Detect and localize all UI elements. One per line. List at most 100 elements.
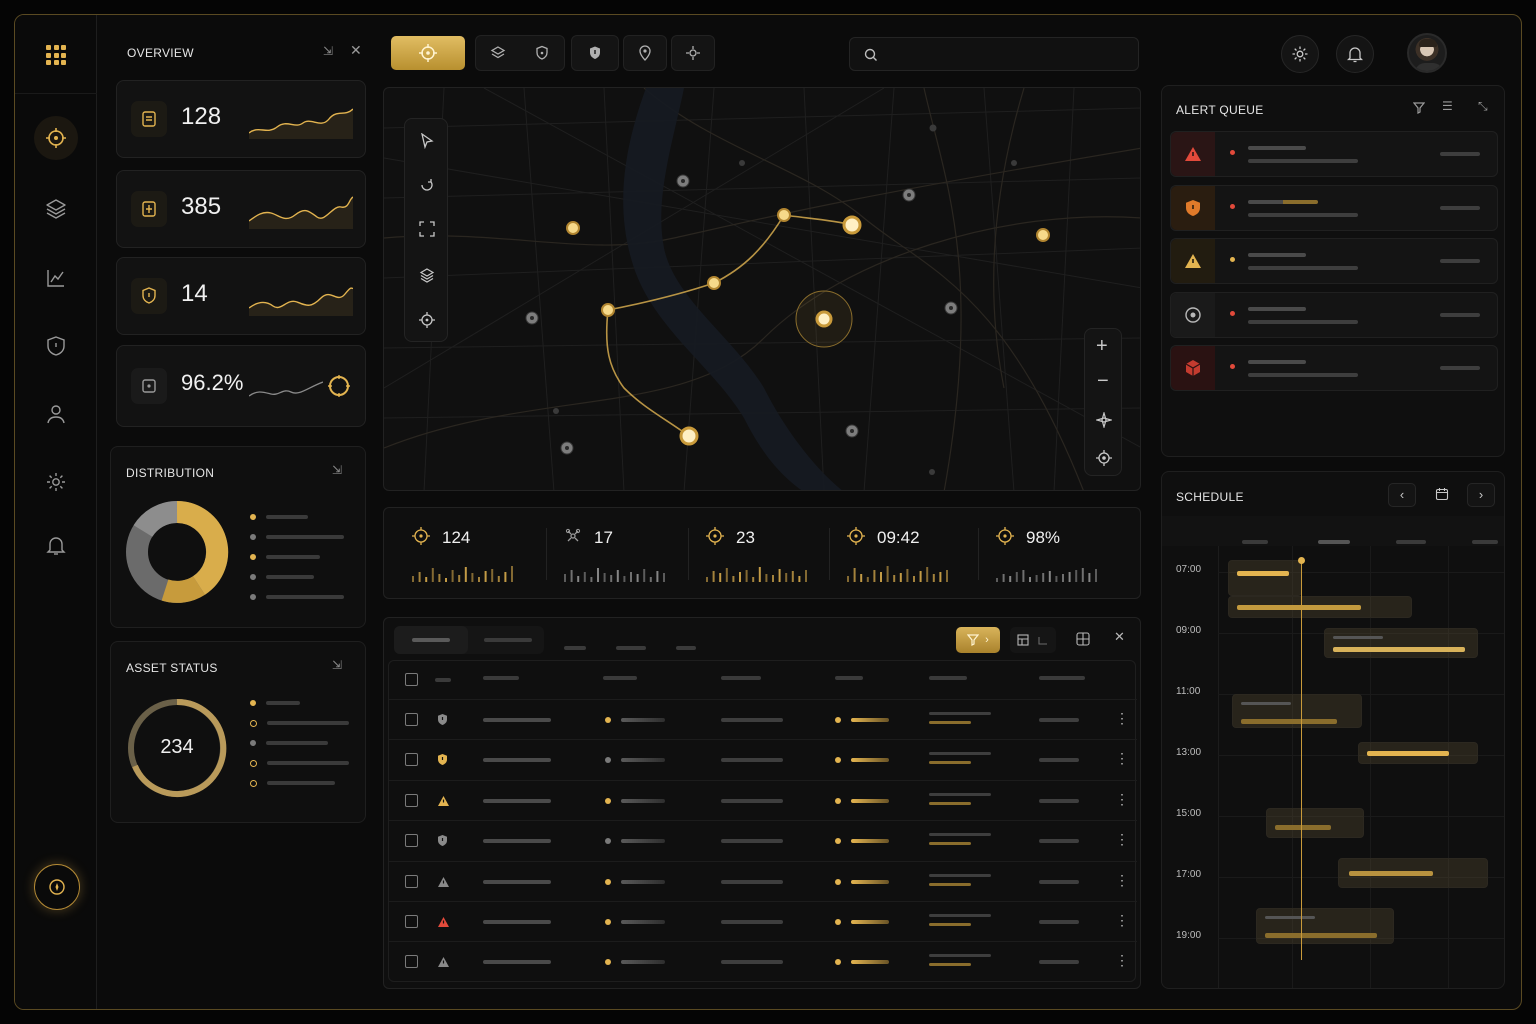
row-menu-icon[interactable]: ⋮ bbox=[1115, 913, 1129, 927]
nav-item-target[interactable] bbox=[34, 116, 78, 160]
alert-item[interactable] bbox=[1170, 291, 1498, 338]
map-view[interactable]: + − bbox=[383, 87, 1141, 491]
row-checkbox[interactable] bbox=[405, 874, 418, 888]
metric-bar bbox=[913, 576, 915, 582]
badge-icon bbox=[131, 101, 167, 137]
row-menu-icon[interactable]: ⋮ bbox=[1115, 711, 1129, 725]
schedule-event[interactable] bbox=[1232, 694, 1362, 728]
metric-card[interactable]: 98% bbox=[996, 508, 1126, 600]
schedule-event[interactable] bbox=[1324, 628, 1478, 658]
nav-item-settings[interactable] bbox=[45, 471, 67, 498]
tool-layers-button[interactable] bbox=[475, 35, 565, 71]
expand-icon[interactable]: ⇲ bbox=[332, 658, 342, 672]
collapse-icon[interactable]: ⇲ bbox=[323, 44, 333, 58]
locate-icon[interactable] bbox=[1096, 412, 1112, 428]
search-input[interactable] bbox=[886, 44, 1126, 64]
row-menu-icon[interactable]: ⋮ bbox=[1115, 953, 1129, 967]
nav-item-layers[interactable] bbox=[45, 197, 67, 224]
close-icon[interactable]: ✕ bbox=[1114, 629, 1125, 645]
select-all-checkbox[interactable] bbox=[405, 673, 418, 686]
tab-1[interactable] bbox=[394, 626, 468, 654]
table-row[interactable]: ⋮ bbox=[389, 782, 1137, 820]
row-checkbox[interactable] bbox=[405, 753, 418, 767]
schedule-event[interactable] bbox=[1228, 560, 1302, 596]
tool-target-button[interactable] bbox=[391, 36, 465, 70]
nav-item-security[interactable] bbox=[45, 335, 67, 362]
map-canvas bbox=[384, 88, 1140, 490]
stat-card[interactable]: 385 bbox=[116, 170, 366, 248]
alert-item[interactable] bbox=[1170, 184, 1498, 231]
tool-scan-button[interactable] bbox=[671, 35, 715, 71]
row-checkbox[interactable] bbox=[405, 713, 418, 726]
crosshair-icon[interactable] bbox=[419, 312, 435, 328]
grid-settings-icon[interactable] bbox=[1076, 632, 1090, 646]
metric-value: 23 bbox=[736, 528, 755, 547]
nav-item-users[interactable] bbox=[45, 403, 67, 430]
row-checkbox[interactable] bbox=[405, 955, 418, 969]
fullscreen-icon[interactable] bbox=[419, 221, 435, 237]
layers-icon[interactable] bbox=[419, 267, 435, 283]
schedule-event[interactable] bbox=[1358, 742, 1478, 764]
search-bar[interactable] bbox=[849, 37, 1139, 71]
layout-toggle[interactable] bbox=[1010, 627, 1056, 653]
nav-item-analytics[interactable] bbox=[45, 267, 67, 294]
compass-button[interactable] bbox=[34, 864, 80, 910]
alert-item[interactable] bbox=[1170, 345, 1498, 391]
row-menu-icon[interactable]: ⋮ bbox=[1115, 832, 1129, 846]
stat-card[interactable]: 128 bbox=[116, 80, 366, 158]
tab-5[interactable] bbox=[676, 637, 696, 655]
schedule-event[interactable] bbox=[1256, 908, 1394, 944]
tab-4[interactable] bbox=[616, 637, 646, 655]
stat-card[interactable]: 14 bbox=[116, 257, 366, 335]
alert-item[interactable] bbox=[1170, 131, 1498, 177]
avatar[interactable] bbox=[1407, 33, 1447, 73]
tab-3[interactable] bbox=[564, 637, 586, 655]
filter-icon[interactable] bbox=[1413, 102, 1425, 114]
table-row[interactable]: ⋮ bbox=[389, 701, 1137, 739]
time-label: 09:00 bbox=[1176, 625, 1202, 636]
metric-bar bbox=[1022, 570, 1025, 582]
settings-button[interactable] bbox=[1281, 35, 1319, 73]
row-menu-icon[interactable]: ⋮ bbox=[1115, 792, 1129, 806]
zoom-in-icon[interactable]: + bbox=[1096, 335, 1108, 358]
schedule-event[interactable] bbox=[1266, 808, 1364, 838]
zoom-out-icon[interactable]: − bbox=[1097, 370, 1109, 393]
metric-card[interactable]: 17 bbox=[564, 508, 694, 600]
sort-icon[interactable]: ☰ bbox=[1442, 99, 1453, 113]
table-row[interactable]: ⋮ bbox=[389, 822, 1137, 860]
filter-button[interactable]: › bbox=[956, 627, 1000, 653]
table-row[interactable]: ⋮ bbox=[389, 943, 1137, 981]
tool-shield-button[interactable] bbox=[571, 35, 619, 71]
metric-card[interactable]: 09:42 bbox=[847, 508, 977, 600]
metric-card[interactable]: 124 bbox=[412, 508, 542, 600]
next-button[interactable]: › bbox=[1467, 483, 1495, 507]
nav-item-notifications[interactable] bbox=[45, 534, 67, 561]
close-icon[interactable]: ✕ bbox=[350, 42, 362, 59]
notifications-button[interactable] bbox=[1336, 35, 1374, 73]
row-menu-icon[interactable]: ⋮ bbox=[1115, 873, 1129, 887]
prev-button[interactable]: ‹ bbox=[1388, 483, 1416, 507]
table-row[interactable]: ⋮ bbox=[389, 863, 1137, 901]
row-checkbox[interactable] bbox=[405, 834, 418, 848]
schedule-event[interactable] bbox=[1228, 596, 1412, 618]
warning-icon bbox=[438, 957, 449, 968]
row-checkbox[interactable] bbox=[405, 793, 418, 807]
pointer-icon[interactable] bbox=[419, 133, 435, 149]
row-checkbox[interactable] bbox=[405, 915, 418, 928]
metric-card[interactable]: 23 bbox=[706, 508, 836, 600]
apps-grid-icon[interactable] bbox=[46, 45, 66, 65]
tool-pin-button[interactable] bbox=[623, 35, 667, 71]
schedule-event[interactable] bbox=[1338, 858, 1488, 888]
gps-icon[interactable] bbox=[1096, 450, 1112, 466]
calendar-icon[interactable] bbox=[1435, 487, 1449, 501]
rotate-icon[interactable] bbox=[419, 177, 435, 193]
expand-icon[interactable]: ⇲ bbox=[332, 463, 342, 477]
collapse-icon[interactable]: ⤡ bbox=[1478, 99, 1488, 114]
table-row[interactable]: ⋮ bbox=[389, 741, 1137, 779]
metric-divider bbox=[688, 528, 689, 580]
table-row[interactable]: ⋮ bbox=[389, 903, 1137, 941]
stat-card[interactable]: 96.2% bbox=[116, 345, 366, 427]
row-menu-icon[interactable]: ⋮ bbox=[1115, 751, 1129, 765]
alert-item[interactable] bbox=[1170, 238, 1498, 284]
tab-2[interactable] bbox=[474, 626, 544, 654]
